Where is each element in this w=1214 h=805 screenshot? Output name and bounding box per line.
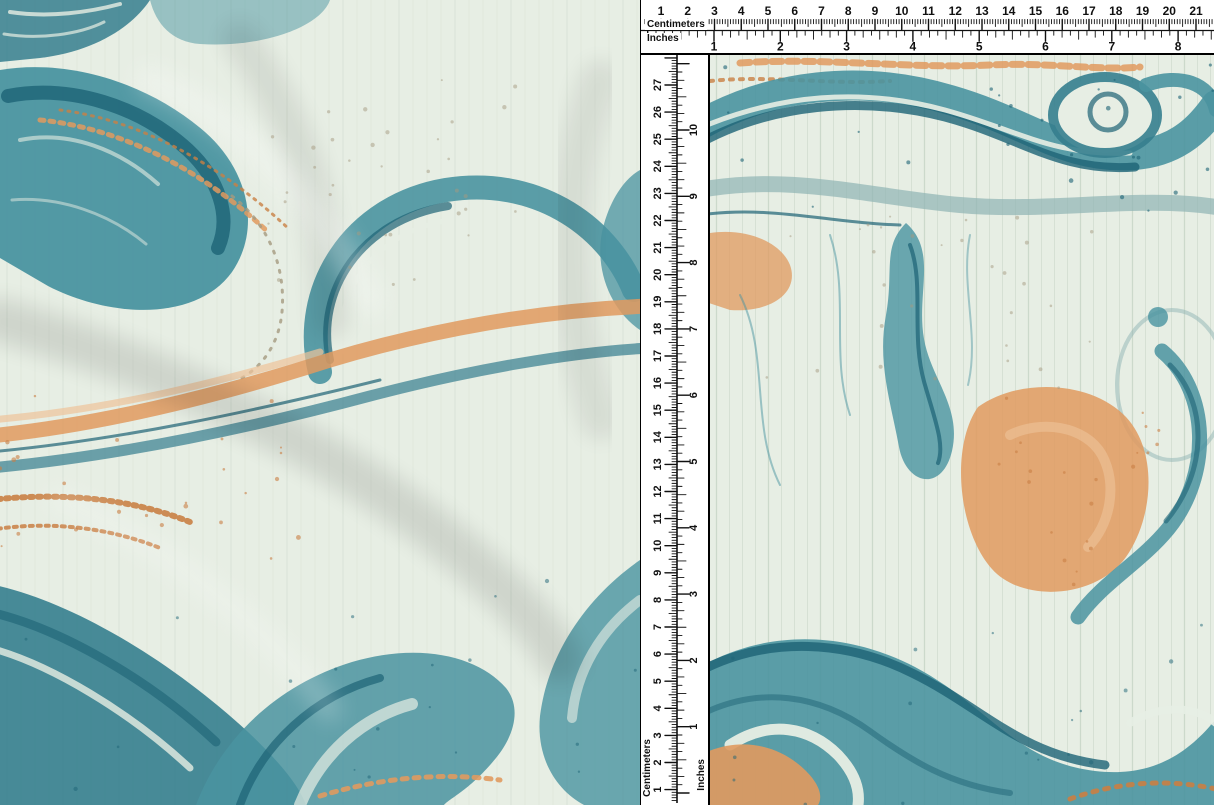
svg-text:6: 6 bbox=[688, 392, 700, 398]
v-ruler-cm-ticks bbox=[665, 58, 677, 801]
svg-text:2: 2 bbox=[688, 657, 700, 663]
h-ruler-cm-numbers: 123456789101112131415161718192021 bbox=[658, 4, 1203, 18]
svg-text:10: 10 bbox=[688, 124, 700, 136]
svg-text:10: 10 bbox=[895, 4, 909, 18]
svg-text:1: 1 bbox=[688, 724, 700, 730]
svg-text:16: 16 bbox=[1056, 4, 1070, 18]
svg-text:20: 20 bbox=[1163, 4, 1177, 18]
v-ruler-inch-numbers: 10 9 8 7 6 5 4 3 2 1 bbox=[688, 124, 700, 730]
draped-fabric-photo bbox=[0, 0, 640, 805]
v-ruler-cm-numbers: 2726252423222120191817161514131211109876… bbox=[652, 79, 664, 793]
fabric-listing-photo: 1234567891011121314151617181920211234567… bbox=[0, 0, 1214, 805]
flat-fabric-art bbox=[710, 55, 1214, 805]
svg-text:4: 4 bbox=[738, 4, 745, 18]
vertical-ruler: 2726252423222120191817161514131211109876… bbox=[640, 55, 710, 805]
svg-text:19: 19 bbox=[1136, 4, 1150, 18]
svg-text:14: 14 bbox=[1002, 4, 1016, 18]
svg-text:16: 16 bbox=[652, 377, 664, 389]
svg-text:23: 23 bbox=[652, 187, 664, 199]
svg-text:9: 9 bbox=[872, 4, 879, 18]
svg-text:17: 17 bbox=[652, 350, 664, 362]
svg-text:4: 4 bbox=[688, 524, 700, 531]
svg-text:12: 12 bbox=[652, 485, 664, 497]
svg-text:9: 9 bbox=[652, 570, 664, 576]
svg-text:10: 10 bbox=[652, 540, 664, 552]
vertical-ruler-inches-label: Inches bbox=[696, 757, 707, 793]
svg-text:11: 11 bbox=[922, 4, 935, 18]
flat-fabric-panel: 1234567891011121314151617181920211234567… bbox=[640, 0, 1214, 805]
svg-text:6: 6 bbox=[652, 651, 664, 657]
horizontal-ruler-inches-label: Inches bbox=[645, 33, 681, 44]
svg-text:3: 3 bbox=[652, 732, 664, 738]
svg-text:1: 1 bbox=[711, 40, 718, 54]
svg-text:27: 27 bbox=[652, 79, 664, 91]
flat-fabric-photo bbox=[710, 55, 1214, 805]
svg-text:5: 5 bbox=[976, 40, 983, 54]
h-ruler-inch-ticks bbox=[648, 31, 1212, 41]
svg-text:3: 3 bbox=[711, 4, 718, 18]
svg-text:9: 9 bbox=[688, 193, 700, 199]
svg-text:5: 5 bbox=[688, 458, 700, 464]
svg-text:17: 17 bbox=[1082, 4, 1096, 18]
svg-text:4: 4 bbox=[910, 40, 917, 54]
svg-text:26: 26 bbox=[652, 106, 664, 118]
svg-text:13: 13 bbox=[652, 458, 664, 470]
draped-fabric-art bbox=[0, 0, 640, 805]
svg-text:19: 19 bbox=[652, 296, 664, 308]
svg-text:1: 1 bbox=[652, 787, 664, 793]
svg-text:6: 6 bbox=[791, 4, 798, 18]
horizontal-ruler: 1234567891011121314151617181920211234567… bbox=[640, 0, 1214, 55]
svg-text:1: 1 bbox=[658, 4, 665, 18]
svg-text:4: 4 bbox=[652, 704, 664, 711]
svg-text:25: 25 bbox=[652, 133, 664, 145]
svg-text:21: 21 bbox=[1189, 4, 1203, 18]
svg-text:7: 7 bbox=[818, 4, 825, 18]
svg-text:3: 3 bbox=[843, 40, 850, 54]
svg-text:2: 2 bbox=[684, 4, 691, 18]
svg-text:18: 18 bbox=[652, 323, 664, 335]
svg-text:3: 3 bbox=[688, 591, 700, 597]
svg-text:8: 8 bbox=[1175, 40, 1182, 54]
svg-text:7: 7 bbox=[688, 326, 700, 332]
svg-text:8: 8 bbox=[845, 4, 852, 18]
svg-text:11: 11 bbox=[652, 513, 664, 525]
svg-text:15: 15 bbox=[1029, 4, 1043, 18]
svg-text:5: 5 bbox=[652, 678, 664, 684]
horizontal-ruler-scale: 1234567891011121314151617181920211234567… bbox=[641, 0, 1214, 53]
horizontal-ruler-centimeters-label: Centimeters bbox=[645, 19, 707, 30]
svg-text:7: 7 bbox=[1108, 40, 1115, 54]
svg-text:2: 2 bbox=[652, 759, 664, 765]
svg-text:15: 15 bbox=[652, 404, 664, 416]
vertical-ruler-centimeters-label: Centimeters bbox=[642, 737, 653, 799]
svg-text:14: 14 bbox=[652, 430, 664, 443]
svg-text:18: 18 bbox=[1109, 4, 1123, 18]
h-ruler-cm-ticks bbox=[645, 20, 1212, 30]
vertical-ruler-scale: 2726252423222120191817161514131211109876… bbox=[641, 55, 708, 803]
svg-text:21: 21 bbox=[652, 241, 664, 253]
svg-text:5: 5 bbox=[765, 4, 772, 18]
svg-text:22: 22 bbox=[652, 214, 664, 226]
svg-text:8: 8 bbox=[688, 260, 700, 266]
h-ruler-inch-numbers: 1 2 3 4 5 6 7 8 bbox=[711, 40, 1182, 54]
svg-text:20: 20 bbox=[652, 269, 664, 281]
svg-text:2: 2 bbox=[777, 40, 784, 54]
svg-text:7: 7 bbox=[652, 624, 664, 630]
svg-text:8: 8 bbox=[652, 597, 664, 603]
svg-text:13: 13 bbox=[975, 4, 989, 18]
v-ruler-inch-ticks bbox=[677, 64, 689, 793]
svg-text:24: 24 bbox=[652, 159, 664, 172]
svg-text:6: 6 bbox=[1042, 40, 1049, 54]
svg-text:12: 12 bbox=[949, 4, 963, 18]
